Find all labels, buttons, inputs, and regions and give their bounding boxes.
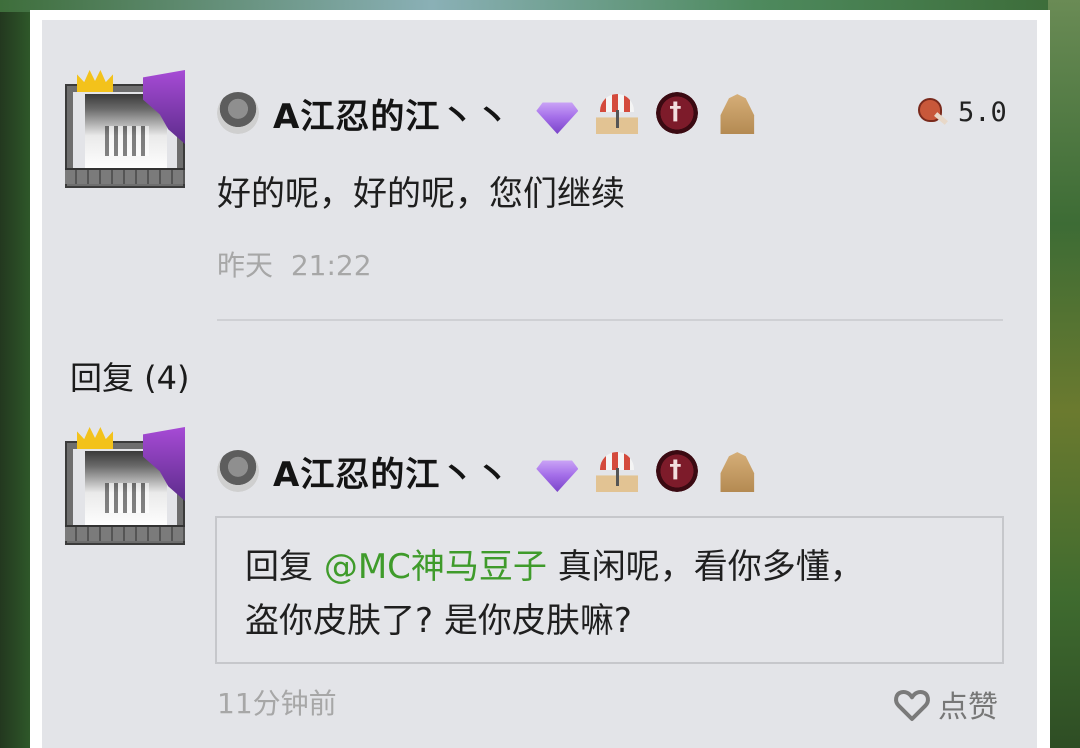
beach-umbrella-icon bbox=[596, 92, 639, 134]
beach-umbrella-icon bbox=[596, 450, 639, 492]
reply-text-rest: 真闲呢，看你多懂， bbox=[557, 547, 864, 587]
gem-crown-icon bbox=[536, 460, 579, 492]
replies-title: 回复 (4) bbox=[70, 359, 190, 397]
comment-timestamp: 昨天 21:22 bbox=[217, 244, 372, 284]
rating: 5.0 bbox=[914, 94, 1007, 130]
reply-prefix: 回复 bbox=[245, 547, 313, 587]
divider bbox=[217, 319, 1003, 321]
rating-value: 5.0 bbox=[958, 96, 1007, 128]
comment-username[interactable]: A江忍的江丶丶 bbox=[273, 89, 510, 138]
reply-line-2: 盗你皮肤了? 是你皮肤嘛? bbox=[245, 601, 632, 641]
comment-panel-inner: A江忍的江丶丶 5.0 好的呢，好的呢，您们继续 昨天 21:22 回复 (4) bbox=[42, 20, 1037, 748]
red-seal-icon bbox=[656, 450, 699, 492]
reply-author-row: A江忍的江丶丶 bbox=[217, 446, 758, 496]
gem-crown-icon bbox=[536, 102, 579, 134]
cobblestone-icon bbox=[217, 450, 259, 492]
comment-panel: A江忍的江丶丶 5.0 好的呢，好的呢，您们继续 昨天 21:22 回复 (4) bbox=[30, 10, 1050, 748]
reply-username[interactable]: A江忍的江丶丶 bbox=[273, 447, 510, 496]
crown-icon bbox=[77, 427, 113, 449]
background-right bbox=[1048, 0, 1080, 748]
reply-timestamp: 11分钟前 bbox=[217, 687, 337, 720]
badge-list bbox=[536, 450, 758, 492]
meat-icon bbox=[914, 94, 950, 130]
comment-text: 好的呢，好的呢，您们继续 bbox=[217, 174, 625, 214]
comment-time-day: 昨天 bbox=[217, 249, 274, 282]
reply-content-box: 回复 @MC神马豆子 真闲呢，看你多懂， 盗你皮肤了? 是你皮肤嘛? bbox=[215, 516, 1004, 664]
heart-icon bbox=[894, 690, 930, 721]
helmet-icon bbox=[720, 452, 755, 492]
cobblestone-icon bbox=[217, 92, 259, 134]
red-seal-icon bbox=[656, 92, 699, 134]
avatar-frame-base bbox=[65, 525, 185, 541]
reply-line-1: 回复 @MC神马豆子 真闲呢，看你多懂， bbox=[245, 540, 974, 594]
avatar-frame-base bbox=[65, 168, 185, 184]
avatar[interactable] bbox=[65, 70, 185, 188]
reply-avatar[interactable] bbox=[65, 427, 185, 545]
comment-author-row: A江忍的江丶丶 bbox=[217, 88, 758, 138]
badge-list bbox=[536, 92, 758, 134]
helmet-icon bbox=[720, 94, 755, 134]
like-label: 点赞 bbox=[938, 690, 998, 725]
reply-mention-link[interactable]: @MC神马豆子 bbox=[324, 547, 547, 587]
comment-time-clock: 21:22 bbox=[290, 249, 372, 282]
crown-icon bbox=[77, 70, 113, 92]
like-button[interactable]: 点赞 bbox=[892, 682, 998, 726]
